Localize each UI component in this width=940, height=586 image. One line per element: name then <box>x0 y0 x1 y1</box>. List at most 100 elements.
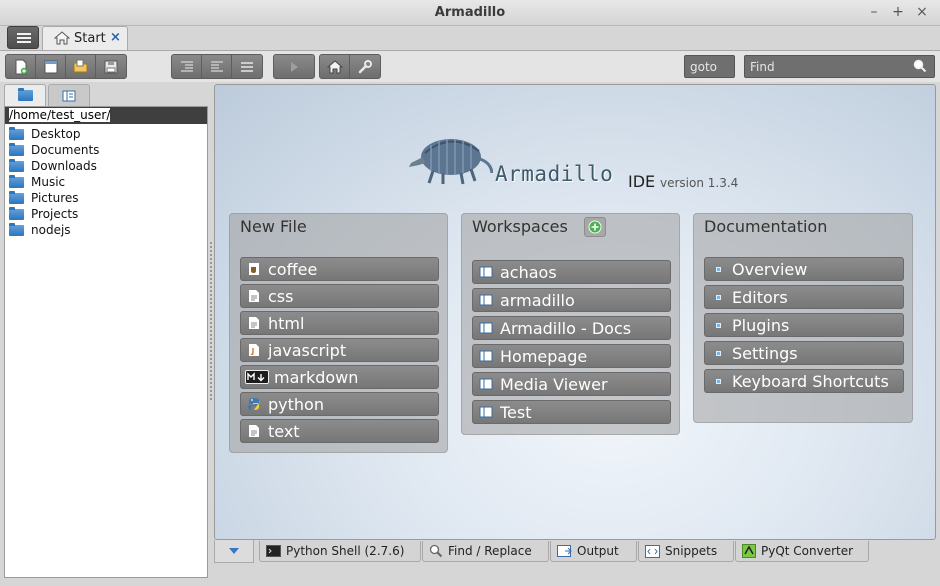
edit-toolbar-group <box>171 54 263 79</box>
doc-item-keyboard-shortcuts[interactable]: Keyboard Shortcuts <box>704 369 904 393</box>
file-toolbar-group <box>5 54 127 79</box>
workspace-label: Homepage <box>500 346 588 366</box>
version-label: version 1.3.4 <box>660 176 739 190</box>
tab-row: Start × <box>0 26 940 50</box>
chevron-down-icon <box>229 548 239 554</box>
workspaces-title: Workspaces <box>472 217 568 236</box>
coffee-file-icon <box>243 262 265 276</box>
workspace-label: armadillo <box>500 290 575 310</box>
goto-input[interactable]: goto <box>684 55 735 78</box>
path-text[interactable]: /home/test_user/ <box>9 108 111 122</box>
folder-item-nodejs[interactable]: nodejs <box>5 222 207 238</box>
folder-item-documents[interactable]: Documents <box>5 142 207 158</box>
run-button[interactable] <box>274 55 314 78</box>
add-icon <box>588 220 602 234</box>
close-window-button[interactable]: × <box>914 4 930 20</box>
tab-filebrowser[interactable] <box>4 84 46 106</box>
new-file-button[interactable] <box>6 55 36 78</box>
tab-close-icon[interactable]: × <box>110 30 121 45</box>
folder-item-desktop[interactable]: Desktop <box>5 126 207 142</box>
comment-button[interactable] <box>232 55 262 78</box>
workspace-icon <box>475 350 497 362</box>
main-menu-button[interactable] <box>7 26 39 49</box>
workspace-icon <box>475 294 497 306</box>
doc-item-plugins[interactable]: Plugins <box>704 313 904 337</box>
new-file-label: python <box>268 394 324 414</box>
new-window-icon <box>44 60 57 73</box>
tab-start[interactable]: Start × <box>42 26 128 50</box>
folder-item-downloads[interactable]: Downloads <box>5 158 207 174</box>
pyqt-icon <box>742 544 756 558</box>
unindent-button[interactable] <box>202 55 232 78</box>
doc-item-overview[interactable]: Overview <box>704 257 904 281</box>
toggle-bottom-panel-button[interactable] <box>214 540 254 563</box>
save-button[interactable] <box>96 55 126 78</box>
new-file-label: css <box>268 286 294 306</box>
doc-item-settings[interactable]: Settings <box>704 341 904 365</box>
armadillo-logo-icon <box>407 131 494 188</box>
save-icon <box>104 60 118 73</box>
terminal-icon <box>266 545 281 557</box>
new-javascript-button[interactable]: javascript <box>240 338 439 362</box>
maximize-button[interactable]: + <box>890 4 906 20</box>
tab-label: Output <box>577 544 619 558</box>
documentation-title: Documentation <box>704 217 828 236</box>
folder-item-music[interactable]: Music <box>5 174 207 190</box>
folder-label: Documents <box>31 143 100 157</box>
bullet-icon <box>707 266 729 272</box>
settings-button[interactable] <box>350 55 380 78</box>
doc-item-editors[interactable]: Editors <box>704 285 904 309</box>
workspace-item[interactable]: armadillo <box>472 288 671 312</box>
open-folder-button[interactable] <box>66 55 96 78</box>
css-file-icon <box>243 289 265 303</box>
tab-pyqt-converter[interactable]: PyQt Converter <box>735 541 869 562</box>
new-css-button[interactable]: css <box>240 284 439 308</box>
python-file-icon <box>243 397 265 411</box>
minimize-button[interactable]: – <box>866 4 882 20</box>
doc-label: Plugins <box>732 315 790 335</box>
workspace-item[interactable]: Homepage <box>472 344 671 368</box>
new-coffee-button[interactable]: coffee <box>240 257 439 281</box>
new-file-title: New File <box>240 217 307 236</box>
tab-python-shell[interactable]: Python Shell (2.7.6) <box>259 541 421 562</box>
find-input[interactable]: Find <box>744 55 935 78</box>
workspace-label: Media Viewer <box>500 374 608 394</box>
tab-output[interactable]: Output <box>550 541 637 562</box>
documentation-card: Documentation Overview Editors Plugins S… <box>693 213 913 423</box>
search-icon <box>429 544 443 558</box>
nav-toolbar-group <box>319 54 381 79</box>
folder-item-pictures[interactable]: Pictures <box>5 190 207 206</box>
run-icon <box>291 61 298 72</box>
tab-outline[interactable] <box>48 84 90 106</box>
home-button[interactable] <box>320 55 350 78</box>
new-python-button[interactable]: python <box>240 392 439 416</box>
indent-button[interactable] <box>172 55 202 78</box>
run-toolbar-group <box>273 54 315 79</box>
new-window-button[interactable] <box>36 55 66 78</box>
bullet-icon <box>707 322 729 328</box>
add-workspace-button[interactable] <box>584 217 606 237</box>
comment-icon <box>241 61 253 72</box>
new-markdown-button[interactable]: markdown <box>240 365 439 389</box>
new-html-button[interactable]: html <box>240 311 439 335</box>
path-bar[interactable]: /home/test_user/ <box>5 107 207 124</box>
new-file-label: coffee <box>268 259 318 279</box>
workspace-label: Test <box>500 402 532 422</box>
html-file-icon <box>243 316 265 330</box>
output-icon <box>557 544 572 558</box>
folder-item-projects[interactable]: Projects <box>5 206 207 222</box>
new-file-label: javascript <box>268 340 347 360</box>
workspaces-card: Workspaces achaos armadillo Armadillo - … <box>461 213 680 435</box>
folder-icon <box>9 158 24 172</box>
workspace-item[interactable]: Armadillo - Docs <box>472 316 671 340</box>
new-text-button[interactable]: text <box>240 419 439 443</box>
workspace-label: Armadillo - Docs <box>500 318 632 338</box>
folder-icon <box>17 88 33 101</box>
workspace-item[interactable]: achaos <box>472 260 671 284</box>
workspace-item[interactable]: Test <box>472 400 671 424</box>
tab-find-replace[interactable]: Find / Replace <box>422 541 549 562</box>
window-titlebar: Armadillo – + × <box>0 0 940 26</box>
tab-snippets[interactable]: Snippets <box>638 541 734 562</box>
search-icon[interactable] <box>913 59 927 76</box>
workspace-item[interactable]: Media Viewer <box>472 372 671 396</box>
